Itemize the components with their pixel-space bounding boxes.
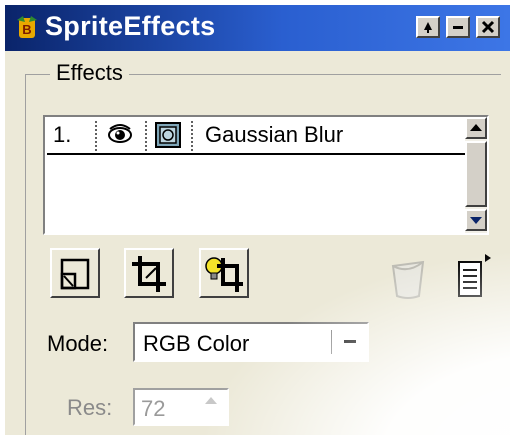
column-divider bbox=[145, 121, 147, 151]
effects-list[interactable]: 1. Gaussian Blur bbox=[43, 115, 489, 235]
panel-menu-icon[interactable] bbox=[455, 252, 493, 304]
pin-button[interactable] bbox=[416, 16, 440, 38]
close-button[interactable] bbox=[476, 16, 500, 38]
arrow-up-icon bbox=[470, 124, 482, 131]
new-effect-button[interactable] bbox=[50, 248, 100, 298]
title-bar[interactable]: B SpriteEffects bbox=[5, 5, 510, 51]
stepper-up-icon[interactable] bbox=[199, 392, 223, 408]
eye-icon[interactable] bbox=[107, 123, 133, 147]
filter-icon[interactable] bbox=[155, 122, 181, 148]
mode-label: Mode: bbox=[47, 331, 109, 356]
minimize-icon bbox=[453, 26, 463, 29]
scroll-thumb[interactable] bbox=[465, 141, 487, 207]
list-scrollbar[interactable] bbox=[465, 117, 487, 233]
lit-crop-button[interactable] bbox=[199, 248, 249, 298]
effects-group-label: Effects bbox=[50, 60, 129, 86]
close-icon bbox=[481, 20, 495, 34]
app-logo-icon: B bbox=[17, 16, 37, 38]
lit-crop-icon bbox=[205, 257, 243, 292]
res-input[interactable]: 72 bbox=[133, 388, 229, 426]
crop-icon bbox=[132, 256, 166, 292]
crop-button[interactable] bbox=[124, 248, 174, 298]
scroll-up-button[interactable] bbox=[465, 117, 487, 139]
mode-select[interactable]: RGB Color bbox=[133, 322, 369, 362]
scroll-down-button[interactable] bbox=[465, 209, 487, 231]
list-item[interactable]: 1. Gaussian Blur bbox=[47, 119, 465, 155]
arrow-down-icon bbox=[470, 217, 482, 224]
res-value: 72 bbox=[141, 396, 166, 421]
select-divider bbox=[331, 330, 332, 354]
window-title: SpriteEffects bbox=[45, 11, 216, 41]
column-divider bbox=[191, 121, 193, 151]
mode-value: RGB Color bbox=[143, 331, 250, 356]
minimize-button[interactable] bbox=[446, 16, 470, 38]
res-label: Res: bbox=[67, 395, 113, 420]
chevron-down-icon[interactable] bbox=[341, 334, 359, 350]
effect-name: Gaussian Blur bbox=[205, 122, 344, 147]
pin-icon bbox=[424, 22, 432, 33]
effect-number: 1. bbox=[53, 122, 72, 147]
new-effect-icon bbox=[60, 258, 90, 290]
column-divider bbox=[95, 121, 97, 151]
svg-text:B: B bbox=[22, 22, 31, 37]
trash-icon[interactable] bbox=[385, 252, 431, 302]
